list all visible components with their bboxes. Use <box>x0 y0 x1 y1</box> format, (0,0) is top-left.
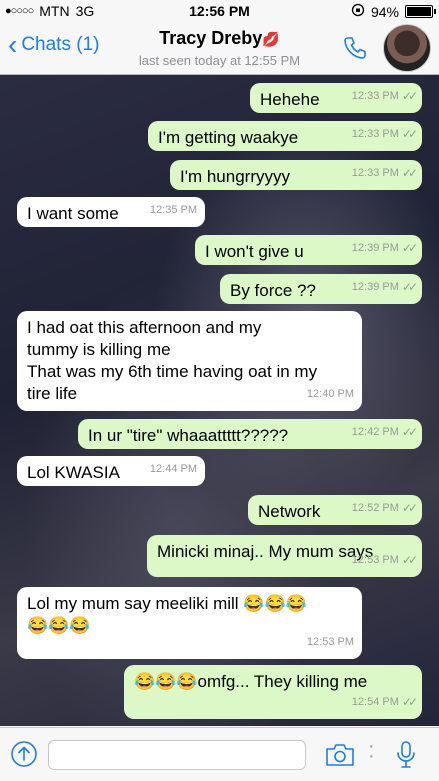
message-time: 12:42 PM <box>351 426 399 438</box>
chat-header: ‹ Chats (1) Tracy Dreby💋 last seen today… <box>0 22 439 75</box>
last-seen: last seen today at 12:55 PM <box>138 53 301 68</box>
more-dots-icon: · · <box>368 735 375 767</box>
outgoing-message[interactable]: By force ?? 12:39 PM ✓✓ <box>220 274 422 304</box>
outgoing-message[interactable]: I won't give u 12:39 PM ✓✓ <box>195 235 422 265</box>
message-time: 12:33 PM <box>351 167 399 179</box>
microphone-icon[interactable] <box>393 739 419 771</box>
message-text: I had oat this afternoon and my tummy is… <box>27 318 318 403</box>
read-receipt-icon: ✓✓ <box>401 89 418 103</box>
message-time: 12:33 PM <box>351 128 399 140</box>
message-time: 12:39 PM <box>351 281 399 293</box>
message-time: 12:53 PM <box>306 636 354 648</box>
read-receipt-icon: ✓✓ <box>401 241 418 255</box>
message-meta: 12:33 PM ✓✓ <box>351 162 418 184</box>
battery-icon <box>405 5 436 18</box>
message-time: 12:35 PM <box>149 204 197 216</box>
incoming-message[interactable]: Lol KWASIA 12:44 PM <box>17 456 205 486</box>
input-bar: · · <box>0 727 439 781</box>
message-text: 😂😂😂omfg... They killing me <box>134 672 368 691</box>
message-time: 12:52 PM <box>351 502 399 514</box>
message-meta: 12:39 PM ✓✓ <box>351 237 418 259</box>
read-receipt-icon: ✓✓ <box>401 280 418 294</box>
contact-info[interactable]: Tracy Dreby💋 last seen today at 12:55 PM <box>0 28 439 68</box>
message-time: 12:39 PM <box>351 242 399 254</box>
phone-call-icon[interactable] <box>341 34 369 62</box>
outgoing-message[interactable]: I'm getting waakye 12:33 PM ✓✓ <box>148 121 422 151</box>
message-text: Lol my mum say meeliki mill 😂😂😂 😂😂😂 <box>27 594 307 635</box>
contact-name: Tracy Dreby <box>159 28 263 48</box>
read-receipt-icon: ✓✓ <box>401 425 418 439</box>
message-meta: 12:33 PM ✓✓ <box>351 85 418 107</box>
message-time: 12:33 PM <box>351 90 399 102</box>
outgoing-message[interactable]: I'm hungrryyyy 12:33 PM ✓✓ <box>170 160 422 190</box>
chat-area[interactable]: Hehehe 12:33 PM ✓✓ I'm getting waakye 12:33 … <box>0 75 439 726</box>
status-bar: ●○○○○ MTN 3G 12:56 PM 94% <box>0 0 439 22</box>
message-time: 12:40 PM <box>306 388 354 400</box>
outgoing-message[interactable]: In ur "tire" whaaattttt????? 12:42 PM ✓✓ <box>78 419 422 449</box>
read-receipt-icon: ✓✓ <box>401 553 418 567</box>
message-time: 12:54 PM <box>351 696 399 708</box>
kiss-emoji: 💋 <box>262 31 280 47</box>
message-meta: 12:39 PM ✓✓ <box>351 276 418 298</box>
outgoing-message[interactable]: 😂😂😂omfg... They killing me 12:54 PM ✓✓ <box>124 665 422 719</box>
incoming-message[interactable]: Lol my mum say meeliki mill 😂😂😂 😂😂😂 12:53… <box>17 587 362 659</box>
message-meta: 12:44 PM <box>150 458 197 480</box>
outgoing-message[interactable]: Network 12:52 PM ✓✓ <box>248 495 422 525</box>
camera-icon[interactable] <box>324 742 356 768</box>
outgoing-message[interactable]: Hehehe 12:33 PM ✓✓ <box>250 83 422 113</box>
orientation-lock-icon <box>351 3 365 20</box>
incoming-message[interactable]: I had oat this afternoon and my tummy is… <box>17 311 362 411</box>
outgoing-message[interactable]: Minicki minaj.. My mum says 12:53 PM ✓✓ <box>147 535 422 577</box>
message-meta: 12:54 PM ✓✓ <box>351 691 418 713</box>
incoming-message[interactable]: I want some 12:35 PM <box>17 197 205 227</box>
read-receipt-icon: ✓✓ <box>401 127 418 141</box>
read-receipt-icon: ✓✓ <box>401 166 418 180</box>
message-meta: 12:40 PM <box>307 383 354 405</box>
message-meta: 12:52 PM ✓✓ <box>351 497 418 519</box>
message-input[interactable] <box>48 740 306 770</box>
message-meta: 12:42 PM ✓✓ <box>351 421 418 443</box>
read-receipt-icon: ✓✓ <box>401 501 418 515</box>
status-right: 94% <box>351 3 436 20</box>
message-time: 12:53 PM <box>351 554 399 566</box>
message-meta: 12:35 PM <box>150 199 197 221</box>
message-meta: 12:53 PM <box>307 631 354 653</box>
read-receipt-icon: ✓✓ <box>401 695 418 709</box>
share-upload-icon[interactable] <box>10 740 38 768</box>
contact-avatar[interactable] <box>383 24 431 72</box>
message-time: 12:44 PM <box>149 463 197 475</box>
message-meta: 12:33 PM ✓✓ <box>351 123 418 145</box>
battery-percent: 94% <box>370 3 399 20</box>
message-meta: 12:53 PM ✓✓ <box>351 549 418 571</box>
